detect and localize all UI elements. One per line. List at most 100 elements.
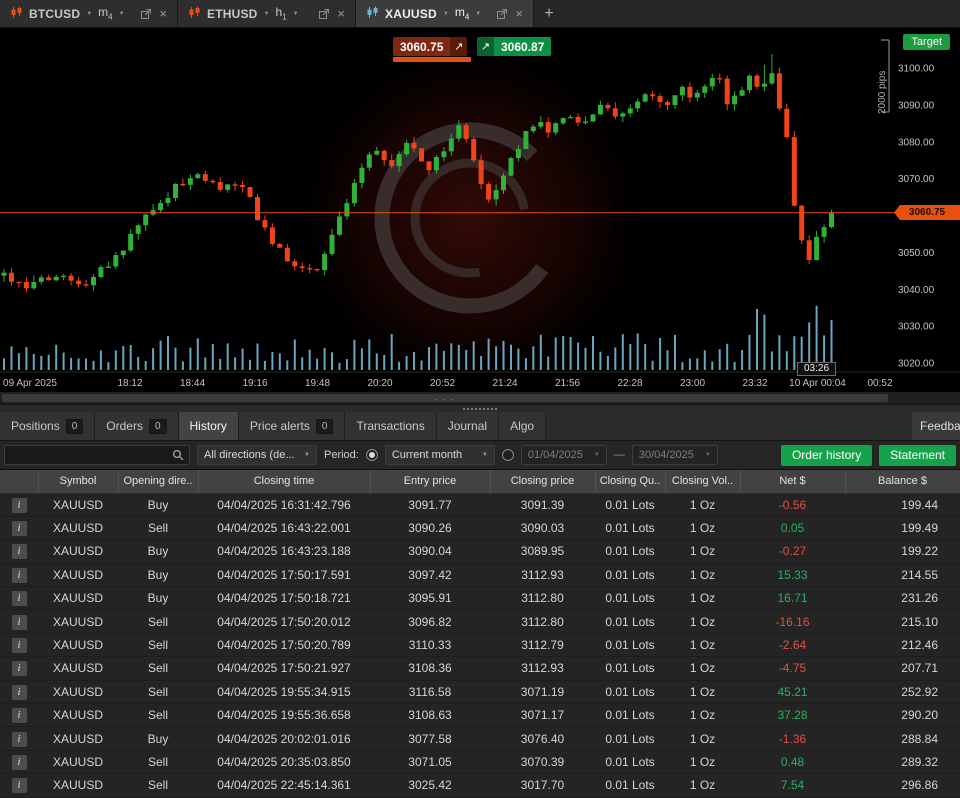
chevron-down-icon[interactable]: ▼: [119, 11, 125, 17]
history-row[interactable]: i XAUUSD Buy 04/04/2025 17:50:17.591 3097.42…: [0, 563, 960, 588]
chevron-down-icon[interactable]: ▼: [475, 11, 481, 17]
statement-button[interactable]: Statement: [879, 444, 956, 466]
bottom-tab-orders[interactable]: Orders 0: [95, 412, 179, 440]
info-icon[interactable]: i: [11, 591, 27, 607]
history-row[interactable]: i XAUUSD Buy 04/04/2025 16:43:23.188 3090.04…: [0, 539, 960, 564]
detach-icon[interactable]: [141, 8, 152, 19]
history-row[interactable]: i XAUUSD Sell 04/04/2025 17:50:20.012 3096.8…: [0, 609, 960, 634]
chevron-down-icon[interactable]: ▼: [443, 11, 449, 17]
cell-closing_vol: 1 Oz: [665, 703, 740, 728]
column-header-7[interactable]: Closing Vol..: [665, 470, 741, 494]
close-icon[interactable]: ×: [337, 6, 345, 21]
close-icon[interactable]: ×: [159, 6, 167, 21]
column-header-2[interactable]: Opening dire..: [118, 470, 199, 494]
cell-closing_price: 3071.19: [490, 680, 595, 705]
history-row[interactable]: i XAUUSD Sell 04/04/2025 20:35:03.850 3071.0…: [0, 750, 960, 775]
column-header-5[interactable]: Closing price: [490, 470, 596, 494]
info-icon[interactable]: i: [11, 754, 27, 770]
chart-tab-xauusd[interactable]: XAUUSD ▼ m4 ▼ ×: [356, 0, 534, 27]
info-icon[interactable]: i: [11, 497, 27, 513]
history-row[interactable]: i XAUUSD Buy 04/04/2025 17:50:18.721 3095.91…: [0, 586, 960, 611]
bottom-tab-history[interactable]: History: [178, 412, 239, 440]
target-label[interactable]: Target: [903, 34, 950, 50]
bottom-tab-algo[interactable]: Algo: [499, 412, 547, 440]
bottom-tab-transactions[interactable]: Transactions: [345, 412, 437, 440]
close-icon[interactable]: ×: [515, 6, 523, 21]
cell-info: i: [0, 726, 38, 751]
history-row[interactable]: i XAUUSD Buy 04/04/2025 16:31:42.796 3091.77…: [0, 493, 960, 517]
cell-closing_vol: 1 Oz: [665, 773, 740, 798]
info-icon[interactable]: i: [11, 684, 27, 700]
cell-info: i: [0, 563, 38, 588]
cell-closing_time: 04/04/2025 17:50:20.012: [198, 609, 370, 634]
custom-range-radio[interactable]: [501, 449, 514, 461]
direction-filter-dropdown[interactable]: All directions (de... ▼: [197, 445, 317, 465]
spread-bar: [393, 57, 471, 62]
info-icon[interactable]: i: [11, 778, 27, 794]
column-header-3[interactable]: Closing time: [198, 470, 371, 494]
new-chart-button[interactable]: +: [534, 0, 564, 27]
history-row[interactable]: i XAUUSD Sell 04/04/2025 19:55:34.915 3116.5…: [0, 680, 960, 705]
cell-balance: 231.26: [845, 586, 960, 611]
candlestick-chart[interactable]: 3100.003090.003080.003070.003060.003050.…: [0, 28, 960, 392]
bottom-tab-journal[interactable]: Journal: [436, 412, 500, 440]
date-to-input[interactable]: 30/04/2025 ▼: [631, 445, 718, 465]
sell-button[interactable]: 3060.75 ↗: [393, 37, 468, 56]
date-from-input[interactable]: 01/04/2025 ▼: [520, 445, 607, 465]
history-row[interactable]: i XAUUSD Sell 04/04/2025 16:43:22.001 3090.2…: [0, 516, 960, 541]
info-icon[interactable]: i: [11, 638, 27, 654]
search-box[interactable]: [4, 445, 190, 465]
bottom-tab-positions[interactable]: Positions 0: [0, 412, 96, 440]
current-time-tag: 03:26: [797, 362, 837, 376]
history-row[interactable]: i XAUUSD Sell 04/04/2025 22:45:14.361 3025.4…: [0, 773, 960, 798]
chart-panel[interactable]: 3100.003090.003080.003070.003060.003050.…: [0, 28, 960, 392]
period-value: Current month: [391, 449, 463, 461]
column-header-6[interactable]: Closing Qu..: [595, 470, 666, 494]
info-icon[interactable]: i: [11, 731, 27, 747]
cell-closing_price: 3112.79: [490, 633, 595, 658]
search-input[interactable]: [5, 448, 167, 462]
chart-scrollbar[interactable]: [0, 392, 960, 404]
detach-icon[interactable]: [319, 8, 330, 19]
info-icon[interactable]: i: [11, 708, 27, 724]
history-row[interactable]: i XAUUSD Buy 04/04/2025 20:02:01.016 3077.58…: [0, 726, 960, 751]
cell-balance: 290.20: [845, 703, 960, 728]
buy-button[interactable]: ↗ 3060.87: [477, 37, 552, 56]
column-header-1[interactable]: Symbol: [38, 470, 119, 494]
chevron-down-icon[interactable]: ▼: [86, 11, 92, 17]
column-header-9[interactable]: Balance $: [845, 470, 960, 494]
cell-net: 37.28: [740, 703, 845, 728]
info-icon[interactable]: i: [11, 544, 27, 560]
bottom-tab-price-alerts[interactable]: Price alerts 0: [238, 412, 346, 440]
scrollbar-thumb[interactable]: [2, 394, 888, 402]
column-header-4[interactable]: Entry price: [370, 470, 491, 494]
svg-text:3020.00: 3020.00: [898, 359, 935, 370]
period-dropdown[interactable]: Current month ▼: [384, 445, 495, 465]
feedback-tab[interactable]: Feedback: [912, 412, 960, 440]
period-preset-radio[interactable]: [365, 449, 378, 461]
info-icon[interactable]: i: [11, 661, 27, 677]
info-icon[interactable]: i: [11, 521, 27, 537]
tab-timeframe: m4: [98, 5, 113, 22]
cell-closing_qty: 0.01 Lots: [595, 539, 665, 564]
chart-tab-btcusd[interactable]: BTCUSD ▼ m4 ▼ ×: [0, 0, 178, 27]
column-header-0[interactable]: [0, 470, 39, 494]
info-icon[interactable]: i: [11, 614, 27, 630]
history-row[interactable]: i XAUUSD Sell 04/04/2025 17:50:21.927 3108.3…: [0, 656, 960, 681]
cell-info: i: [0, 633, 38, 658]
cell-closing_price: 3071.17: [490, 703, 595, 728]
detach-icon[interactable]: [497, 8, 508, 19]
chart-tab-ethusd[interactable]: ETHUSD ▼ h1 ▼ ×: [178, 0, 356, 27]
panel-splitter[interactable]: [0, 404, 960, 412]
history-row[interactable]: i XAUUSD Sell 04/04/2025 17:50:20.789 3110.3…: [0, 633, 960, 658]
candlestick-chart-icon: [10, 6, 23, 22]
order-history-button[interactable]: Order history: [780, 444, 873, 466]
column-header-8[interactable]: Net $: [740, 470, 846, 494]
history-row[interactable]: i XAUUSD Sell 04/04/2025 19:55:36.658 3108.6…: [0, 703, 960, 728]
chevron-down-icon[interactable]: ▼: [264, 11, 270, 17]
tab-timeframe: m4: [454, 5, 470, 22]
chevron-down-icon[interactable]: ▼: [293, 11, 299, 17]
cell-info: i: [0, 656, 38, 681]
cell-direction: Sell: [118, 609, 198, 634]
info-icon[interactable]: i: [11, 567, 27, 583]
